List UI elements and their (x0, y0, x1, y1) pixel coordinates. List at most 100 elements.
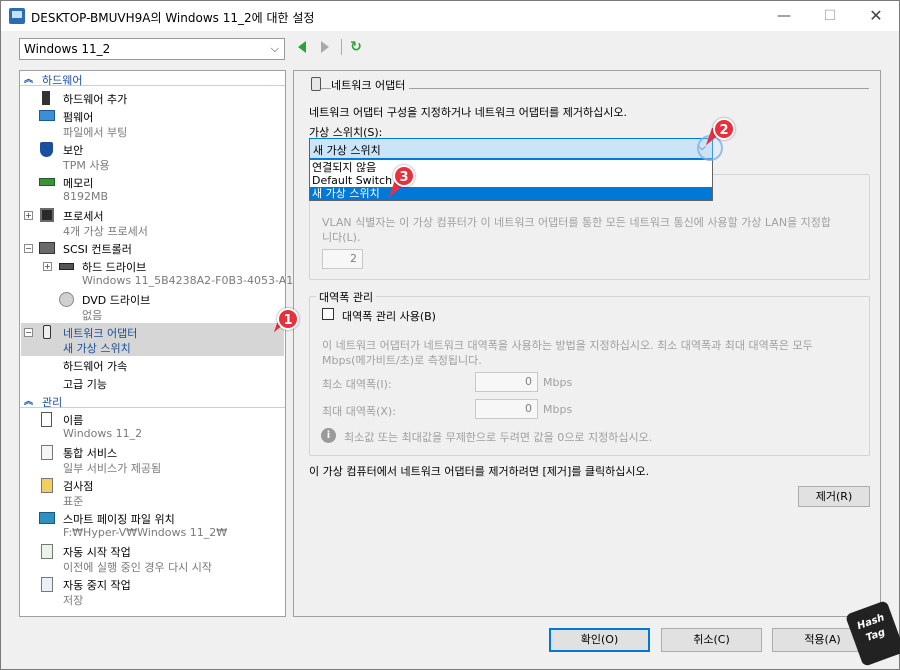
collapse-icon: ︽ (24, 75, 34, 85)
settings-window: DESKTOP-BMUVH9A의 Windows 11_2에 대한 설정 — ☐… (0, 0, 900, 670)
max-bandwidth-input[interactable]: 0 (475, 399, 538, 419)
hyper-v-settings-icon (9, 8, 25, 24)
tree-item-label: 이름 (63, 414, 84, 427)
firmware-icon (39, 110, 55, 121)
annotation-badge-one: 1 (277, 308, 299, 330)
back-arrow-icon[interactable] (298, 41, 306, 53)
tree-item-detail: 8192MB (63, 190, 109, 203)
tree-item-security[interactable]: 보안 TPM 사용 (20, 141, 285, 174)
tree-item-label: 통합 서비스 (63, 447, 118, 460)
network-adapter-icon (43, 325, 51, 339)
bandwidth-enable-checkbox[interactable] (322, 308, 334, 320)
tree-item-label: 자동 중지 작업 (63, 579, 131, 592)
remove-button[interactable]: 제거(R) (798, 486, 870, 507)
tree-item-detail: 파일에서 부팅 (63, 126, 128, 139)
tree-item-integration[interactable]: 통합 서비스 일부 서비스가 제공됨 (20, 444, 285, 477)
tree-item-label: 스마트 페이징 파일 위치 (63, 513, 175, 526)
tree-item-checkpoints[interactable]: 검사점 표준 (20, 477, 285, 510)
name-icon (41, 412, 52, 427)
bandwidth-info-text: 최소값 또는 최대값을 무제한으로 두려면 값을 0으로 지정하십시오. (344, 431, 653, 444)
max-bandwidth-unit: Mbps (543, 403, 573, 416)
section-hardware[interactable]: ︽ 하드웨어 (20, 71, 285, 87)
tree-item-label: 네트워크 어댑터 (63, 327, 138, 340)
minimize-button[interactable]: — (761, 1, 807, 31)
collapse-icon: ︽ (24, 397, 34, 407)
tree-item-detail: F:₩Hyper-V₩Windows 11_2₩ (63, 526, 228, 539)
tree-item-scsi[interactable]: − SCSI 컨트롤러 (20, 240, 285, 256)
switch-option-not-connected[interactable]: 연결되지 않음 (310, 161, 712, 174)
refresh-icon[interactable]: ↻ (348, 39, 364, 55)
auto-stop-icon (41, 577, 53, 592)
tree-item-label: 메모리 (63, 177, 94, 190)
close-button[interactable]: ✕ (853, 1, 899, 31)
expand-icon[interactable]: + (24, 211, 33, 220)
vlan-id-input[interactable]: 2 (322, 249, 363, 269)
forward-arrow-icon[interactable] (321, 41, 329, 53)
panel-description: 네트워크 어댑터 구성을 지정하거나 네트워크 어댑터를 제거하십시오. (309, 106, 627, 119)
section-management[interactable]: ︽ 관리 (20, 393, 285, 409)
tree-item-detail: 4개 가상 프로세서 (63, 225, 148, 238)
tree-item-auto-stop[interactable]: 자동 중지 작업 저장 (20, 576, 285, 609)
tree-item-advanced[interactable]: 고급 기능 (20, 375, 285, 391)
tree-item-label: 펌웨어 (63, 111, 94, 124)
annotation-badge-two: 2 (713, 118, 735, 140)
tree-item-label: 프로세서 (63, 210, 104, 223)
integration-services-icon (41, 445, 53, 460)
tree-item-network-adapter[interactable]: − 네트워크 어댑터 새 가상 스위치 (20, 324, 285, 357)
collapse-tree-icon[interactable]: − (24, 328, 33, 337)
expand-icon[interactable]: + (43, 262, 52, 271)
tree-item-label: 하드웨어 추가 (63, 93, 128, 106)
tree-item-detail: 이전에 실행 중인 경우 다시 시작 (63, 561, 213, 574)
tree-item-label: 보안 (63, 144, 84, 157)
tree-item-processor[interactable]: + 프로세서 4개 가상 프로세서 (20, 207, 285, 240)
toolbar-separator (341, 39, 342, 55)
cancel-button[interactable]: 취소(C) (661, 628, 762, 652)
vm-select[interactable]: Windows 11_2 ⌵ (19, 38, 285, 60)
collapse-tree-icon[interactable]: − (24, 244, 33, 253)
tree-item-dvd-drive[interactable]: DVD 드라이브 없음 (20, 291, 285, 324)
switch-option-new[interactable]: 새 가상 스위치 (310, 187, 712, 200)
annotation-badge-three: 3 (393, 165, 415, 187)
vlan-description-cont: 니다(L). (322, 231, 361, 244)
memory-icon (39, 178, 55, 186)
tree-item-detail: 저장 (63, 594, 84, 607)
ok-button[interactable]: 확인(O) (549, 628, 650, 652)
dvd-icon (59, 292, 74, 307)
tree-item-detail: TPM 사용 (63, 159, 110, 172)
settings-tree: ︽ 하드웨어 하드웨어 추가 펌웨어 파일에서 부팅 보안 TPM 사용 메모리… (19, 70, 304, 617)
scsi-controller-icon (39, 242, 55, 254)
tree-item-detail: 표준 (63, 495, 84, 508)
shield-icon (40, 142, 53, 157)
tree-item-auto-start[interactable]: 자동 시작 작업 이전에 실행 중인 경우 다시 시작 (20, 543, 285, 576)
info-icon: i (321, 428, 336, 443)
hard-drive-icon (59, 263, 74, 270)
network-adapter-panel: 네트워크 어댑터 네트워크 어댑터 구성을 지정하거나 네트워크 어댑터를 제거… (293, 70, 881, 617)
virtual-switch-value: 새 가상 스위치 (313, 144, 381, 157)
add-hardware-icon (42, 91, 50, 105)
tree-item-detail: 없음 (82, 309, 103, 322)
tree-item-hw-acceleration[interactable]: 하드웨어 가속 (20, 357, 285, 373)
tree-item-memory[interactable]: 메모리 8192MB (20, 174, 285, 207)
checkpoint-icon (41, 478, 53, 493)
tree-item-detail: Windows 11_2 (63, 427, 143, 440)
tree-item-hard-drive[interactable]: + 하드 드라이브 Windows 11_5B4238A2-F0B3-4053-… (20, 258, 304, 291)
tree-item-smart-paging[interactable]: 스마트 페이징 파일 위치 F:₩Hyper-V₩Windows 11_2₩ (20, 510, 285, 543)
tree-item-name[interactable]: 이름 Windows 11_2 (20, 411, 285, 444)
tree-item-label: DVD 드라이브 (82, 294, 151, 307)
auto-start-icon (41, 544, 53, 559)
network-adapter-icon (311, 77, 321, 91)
tree-item-firmware[interactable]: 펌웨어 파일에서 부팅 (20, 108, 285, 141)
tree-item-label: SCSI 컨트롤러 (63, 243, 132, 256)
vm-select-value: Windows 11_2 (24, 42, 111, 56)
tree-item-label: 고급 기능 (63, 378, 107, 391)
virtual-switch-select[interactable]: 새 가상 스위치 ⌵ (309, 138, 713, 159)
remove-description: 이 가상 컴퓨터에서 네트워크 어댑터를 제거하려면 [제거]를 클릭하십시오. (309, 465, 650, 478)
virtual-switch-dropdown: 연결되지 않음 Default Switch 새 가상 스위치 (309, 159, 713, 201)
tree-item-detail: 새 가상 스위치 (63, 342, 131, 355)
processor-icon (40, 208, 54, 222)
bandwidth-description: 이 네트워크 어댑터가 네트워크 대역폭을 사용하는 방법을 지정하십시오. 최… (322, 339, 813, 352)
switch-option-default[interactable]: Default Switch (310, 174, 712, 187)
tree-item-add-hardware[interactable]: 하드웨어 추가 (20, 90, 285, 106)
maximize-button[interactable]: ☐ (807, 1, 853, 31)
min-bandwidth-input[interactable]: 0 (475, 372, 538, 392)
